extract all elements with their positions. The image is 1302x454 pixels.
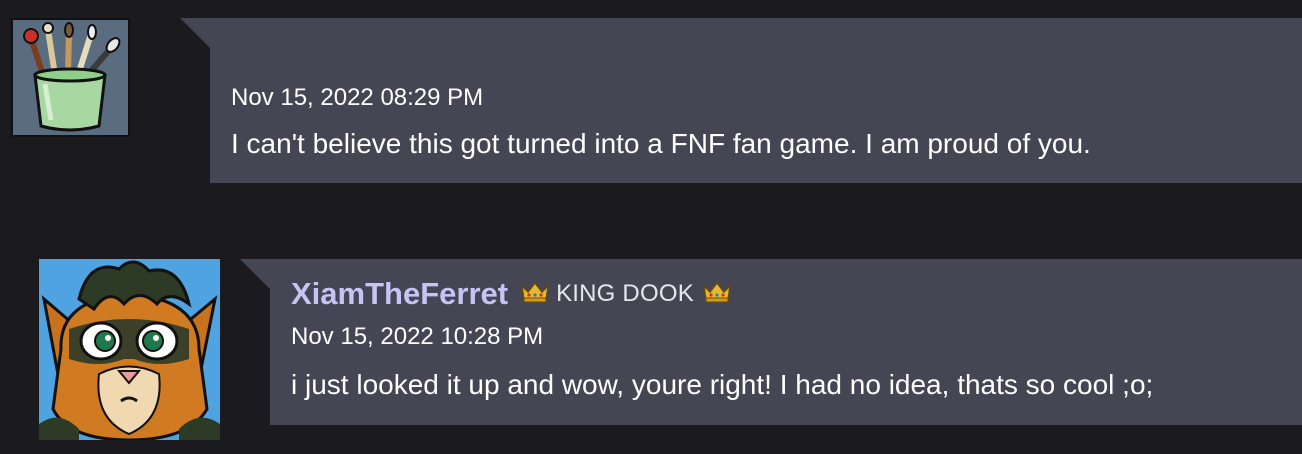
author-name[interactable]: XiamTheFerret bbox=[291, 276, 508, 312]
author-line: XiamTheFerret KING DOOK bbox=[291, 276, 738, 312]
comment-date: Nov 15, 2022 08:29 PM bbox=[231, 84, 484, 111]
user-avatar-xiamtheferret[interactable] bbox=[39, 259, 220, 440]
crown-icon bbox=[520, 280, 550, 309]
user-avatar-paintbrushes[interactable] bbox=[11, 18, 130, 137]
comment-bubble: XiamTheFerret KING DOOK Nov 15, 2022 10:… bbox=[240, 259, 1302, 425]
comment-date: Nov 15, 2022 10:28 PM bbox=[291, 323, 544, 350]
user-rank-title: KING DOOK bbox=[556, 280, 694, 307]
comment-text: i just looked it up and wow, youre right… bbox=[291, 369, 1154, 400]
crown-icon bbox=[702, 280, 732, 309]
comment-text: I can't believe this got turned into a F… bbox=[231, 128, 1091, 159]
ferret-avatar-icon bbox=[39, 259, 220, 440]
comment-bubble: Nov 15, 2022 08:29 PM I can't believe th… bbox=[180, 18, 1302, 183]
paintbrush-cup-icon bbox=[13, 20, 128, 135]
